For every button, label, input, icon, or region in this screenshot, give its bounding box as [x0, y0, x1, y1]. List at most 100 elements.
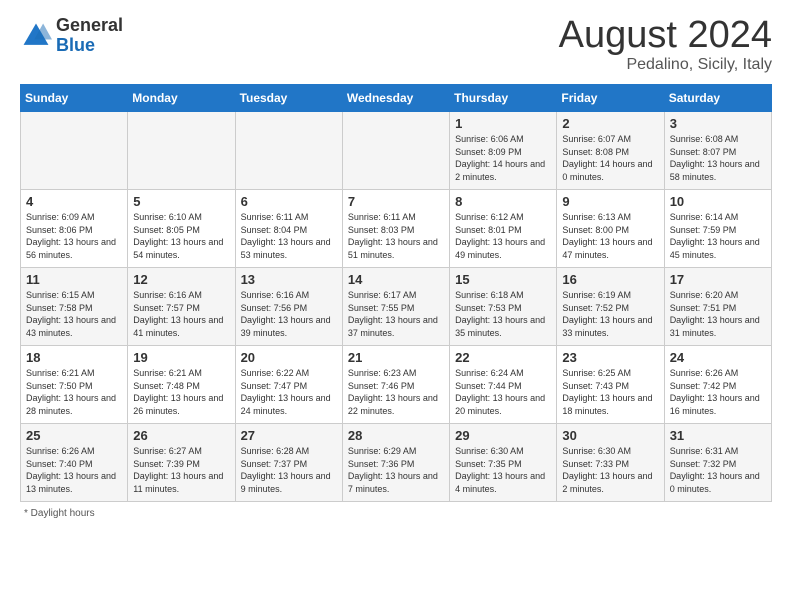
day-number: 17 [670, 272, 766, 287]
day-number: 5 [133, 194, 229, 209]
day-info: Sunrise: 6:20 AM Sunset: 7:51 PM Dayligh… [670, 289, 766, 339]
day-info: Sunrise: 6:29 AM Sunset: 7:36 PM Dayligh… [348, 445, 444, 495]
calendar-week-row: 11 Sunrise: 6:15 AM Sunset: 7:58 PM Dayli… [21, 268, 772, 346]
day-info: Sunrise: 6:24 AM Sunset: 7:44 PM Dayligh… [455, 367, 551, 417]
day-number: 26 [133, 428, 229, 443]
calendar-cell: 17 Sunrise: 6:20 AM Sunset: 7:51 PM Dayli… [664, 268, 771, 346]
calendar-week-row: 18Sunrise: 6:21 AM Sunset: 7:50 PM Dayli… [21, 346, 772, 424]
calendar-cell: 12 Sunrise: 6:16 AM Sunset: 7:57 PM Dayli… [128, 268, 235, 346]
day-number: 11 [26, 272, 122, 287]
calendar-cell: 1 Sunrise: 6:06 AM Sunset: 8:09 PM Daylig… [450, 112, 557, 190]
day-info: Sunrise: 6:10 AM Sunset: 8:05 PM Dayligh… [133, 211, 229, 261]
calendar-cell: 31 Sunrise: 6:31 AM Sunset: 7:32 PM Dayli… [664, 424, 771, 502]
day-info: Sunrise: 6:21 AM Sunset: 7:50 PM Dayligh… [26, 367, 122, 417]
day-info: Sunrise: 6:18 AM Sunset: 7:53 PM Dayligh… [455, 289, 551, 339]
calendar-table: SundayMondayTuesdayWednesdayThursdayFrid… [20, 84, 772, 502]
footer-text: Daylight hours [31, 508, 95, 519]
day-info: Sunrise: 6:11 AM Sunset: 8:04 PM Dayligh… [241, 211, 337, 261]
calendar-body: 1 Sunrise: 6:06 AM Sunset: 8:09 PM Daylig… [21, 112, 772, 502]
calendar-cell: 22Sunrise: 6:24 AM Sunset: 7:44 PM Dayli… [450, 346, 557, 424]
day-info: Sunrise: 6:14 AM Sunset: 7:59 PM Dayligh… [670, 211, 766, 261]
location: Pedalino, Sicily, Italy [559, 56, 772, 74]
day-info: Sunrise: 6:08 AM Sunset: 8:07 PM Dayligh… [670, 133, 766, 183]
calendar-day-header: Wednesday [342, 85, 449, 112]
day-info: Sunrise: 6:16 AM Sunset: 7:57 PM Dayligh… [133, 289, 229, 339]
day-number: 12 [133, 272, 229, 287]
calendar-cell [235, 112, 342, 190]
calendar-cell: 16Sunrise: 6:19 AM Sunset: 7:52 PM Dayli… [557, 268, 664, 346]
day-info: Sunrise: 6:26 AM Sunset: 7:42 PM Dayligh… [670, 367, 766, 417]
header: General Blue August 2024 Pedalino, Sicil… [20, 16, 772, 74]
day-info: Sunrise: 6:19 AM Sunset: 7:52 PM Dayligh… [562, 289, 658, 339]
calendar-day-header: Tuesday [235, 85, 342, 112]
day-info: Sunrise: 6:16 AM Sunset: 7:56 PM Dayligh… [241, 289, 337, 339]
calendar-cell: 21Sunrise: 6:23 AM Sunset: 7:46 PM Dayli… [342, 346, 449, 424]
calendar-cell: 29 Sunrise: 6:30 AM Sunset: 7:35 PM Dayli… [450, 424, 557, 502]
day-number: 25 [26, 428, 122, 443]
day-info: Sunrise: 6:28 AM Sunset: 7:37 PM Dayligh… [241, 445, 337, 495]
calendar-day-header: Monday [128, 85, 235, 112]
logo-blue: Blue [56, 36, 123, 56]
calendar-header-row: SundayMondayTuesdayWednesdayThursdayFrid… [21, 85, 772, 112]
calendar-cell [342, 112, 449, 190]
calendar-cell: 2 Sunrise: 6:07 AM Sunset: 8:08 PM Daylig… [557, 112, 664, 190]
day-info: Sunrise: 6:07 AM Sunset: 8:08 PM Dayligh… [562, 133, 658, 183]
calendar-cell: 15 Sunrise: 6:18 AM Sunset: 7:53 PM Dayli… [450, 268, 557, 346]
calendar-cell: 8 Sunrise: 6:12 AM Sunset: 8:01 PM Daylig… [450, 190, 557, 268]
calendar-cell: 5 Sunrise: 6:10 AM Sunset: 8:05 PM Daylig… [128, 190, 235, 268]
day-info: Sunrise: 6:06 AM Sunset: 8:09 PM Dayligh… [455, 133, 551, 183]
day-number: 29 [455, 428, 551, 443]
day-number: 10 [670, 194, 766, 209]
day-info: Sunrise: 6:15 AM Sunset: 7:58 PM Dayligh… [26, 289, 122, 339]
day-number: 6 [241, 194, 337, 209]
calendar-cell: 27Sunrise: 6:28 AM Sunset: 7:37 PM Dayli… [235, 424, 342, 502]
calendar-cell: 10 Sunrise: 6:14 AM Sunset: 7:59 PM Dayli… [664, 190, 771, 268]
calendar-cell: 28 Sunrise: 6:29 AM Sunset: 7:36 PM Dayli… [342, 424, 449, 502]
day-number: 23 [562, 350, 658, 365]
day-info: Sunrise: 6:30 AM Sunset: 7:35 PM Dayligh… [455, 445, 551, 495]
calendar-cell: 3 Sunrise: 6:08 AM Sunset: 8:07 PM Daylig… [664, 112, 771, 190]
calendar-cell: 6 Sunrise: 6:11 AM Sunset: 8:04 PM Daylig… [235, 190, 342, 268]
day-number: 4 [26, 194, 122, 209]
day-number: 8 [455, 194, 551, 209]
day-number: 1 [455, 116, 551, 131]
calendar-cell: 26 Sunrise: 6:27 AM Sunset: 7:39 PM Dayli… [128, 424, 235, 502]
month-year: August 2024 [559, 16, 772, 54]
logo-text: General Blue [56, 16, 123, 56]
day-info: Sunrise: 6:17 AM Sunset: 7:55 PM Dayligh… [348, 289, 444, 339]
calendar-week-row: 25 Sunrise: 6:26 AM Sunset: 7:40 PM Dayli… [21, 424, 772, 502]
day-number: 2 [562, 116, 658, 131]
day-number: 19 [133, 350, 229, 365]
calendar-cell: 25 Sunrise: 6:26 AM Sunset: 7:40 PM Dayli… [21, 424, 128, 502]
day-info: Sunrise: 6:12 AM Sunset: 8:01 PM Dayligh… [455, 211, 551, 261]
day-info: Sunrise: 6:30 AM Sunset: 7:33 PM Dayligh… [562, 445, 658, 495]
day-number: 15 [455, 272, 551, 287]
day-number: 24 [670, 350, 766, 365]
day-info: Sunrise: 6:31 AM Sunset: 7:32 PM Dayligh… [670, 445, 766, 495]
calendar-cell: 7Sunrise: 6:11 AM Sunset: 8:03 PM Daylig… [342, 190, 449, 268]
calendar-cell: 23Sunrise: 6:25 AM Sunset: 7:43 PM Dayli… [557, 346, 664, 424]
day-number: 30 [562, 428, 658, 443]
day-number: 3 [670, 116, 766, 131]
calendar-day-header: Thursday [450, 85, 557, 112]
day-number: 20 [241, 350, 337, 365]
calendar-cell: 13 Sunrise: 6:16 AM Sunset: 7:56 PM Dayli… [235, 268, 342, 346]
day-info: Sunrise: 6:11 AM Sunset: 8:03 PM Dayligh… [348, 211, 444, 261]
day-info: Sunrise: 6:27 AM Sunset: 7:39 PM Dayligh… [133, 445, 229, 495]
day-info: Sunrise: 6:09 AM Sunset: 8:06 PM Dayligh… [26, 211, 122, 261]
calendar-header: SundayMondayTuesdayWednesdayThursdayFrid… [21, 85, 772, 112]
calendar-day-header: Friday [557, 85, 664, 112]
day-info: Sunrise: 6:23 AM Sunset: 7:46 PM Dayligh… [348, 367, 444, 417]
day-number: 28 [348, 428, 444, 443]
calendar-cell: 24 Sunrise: 6:26 AM Sunset: 7:42 PM Dayli… [664, 346, 771, 424]
day-number: 31 [670, 428, 766, 443]
calendar-cell: 20Sunrise: 6:22 AM Sunset: 7:47 PM Dayli… [235, 346, 342, 424]
day-number: 13 [241, 272, 337, 287]
day-info: Sunrise: 6:26 AM Sunset: 7:40 PM Dayligh… [26, 445, 122, 495]
calendar-cell: 19Sunrise: 6:21 AM Sunset: 7:48 PM Dayli… [128, 346, 235, 424]
calendar-week-row: 4 Sunrise: 6:09 AM Sunset: 8:06 PM Daylig… [21, 190, 772, 268]
calendar-week-row: 1 Sunrise: 6:06 AM Sunset: 8:09 PM Daylig… [21, 112, 772, 190]
calendar-cell: 18Sunrise: 6:21 AM Sunset: 7:50 PM Dayli… [21, 346, 128, 424]
logo-icon [20, 20, 52, 52]
calendar-cell: 14Sunrise: 6:17 AM Sunset: 7:55 PM Dayli… [342, 268, 449, 346]
